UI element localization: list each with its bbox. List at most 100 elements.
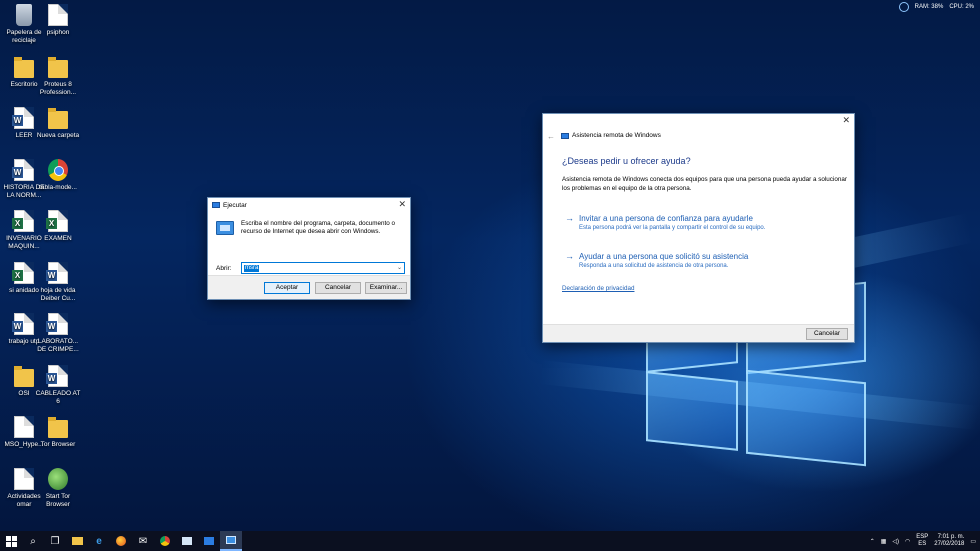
file-icon [48, 4, 68, 26]
chrome-icon [48, 158, 68, 181]
run-app-icon [212, 202, 220, 208]
ram-usage: RAM: 38% [914, 4, 944, 10]
ra-footer: Cancelar [543, 324, 854, 342]
system-monitor-widget: RAM: 38% CPU: 2% [898, 2, 974, 12]
folder-icon [14, 365, 34, 387]
folder-icon [14, 56, 34, 78]
mail-icon[interactable]: ✉ [132, 531, 154, 551]
run-titlebar[interactable]: Ejecutar [208, 198, 410, 212]
word-doc-icon: W [12, 107, 34, 129]
desktop-icon[interactable]: Start Tor Browser [35, 467, 81, 509]
clock-time: 7:01 p. m. [937, 534, 965, 540]
privacy-link[interactable]: Declaración de privacidad [562, 285, 634, 292]
desktop-icon-label: Nueva carpeta [36, 132, 80, 139]
ra-title: Asistencia remota de Windows [572, 132, 661, 139]
gauge-icon [898, 2, 909, 12]
back-arrow-icon[interactable]: ← [547, 132, 555, 141]
desktop-icon[interactable]: Whoja de vida Deiber Cu... [35, 261, 81, 303]
ra-cancel-button[interactable]: Cancelar [806, 328, 848, 340]
file-icon [14, 467, 34, 490]
search-icon[interactable]: ⌕ [22, 531, 44, 551]
word-doc-icon: W [12, 158, 34, 181]
desktop-icon-label: EXAMEN [44, 235, 72, 242]
open-label: Abrir: [216, 265, 232, 272]
desktop-icon[interactable]: psiphon [35, 4, 81, 37]
folder-icon [48, 417, 68, 438]
remote-assistance-window: ✕ ← Asistencia remota de Windows ¿Deseas… [542, 113, 855, 343]
browse-button[interactable]: Examinar... [365, 282, 407, 294]
run-description: Escriba el nombre del programa, carpeta,… [241, 220, 396, 235]
language-indicator[interactable]: ESP ES [916, 534, 928, 548]
close-icon[interactable]: ✕ [398, 200, 406, 209]
run-footer: Aceptar Cancelar Examinar... [208, 275, 410, 299]
excel-doc-icon: X [12, 210, 34, 232]
desktop-icon-label: psiphon [46, 29, 70, 36]
desktop-icon[interactable]: X EXAMEN [35, 210, 81, 243]
desktop-icon-label: Tor Browser [40, 441, 76, 448]
desktop-icon-label: tabla-mode... [39, 183, 77, 191]
windows-logo-icon [5, 535, 17, 547]
open-input[interactable]: msra ⌄ [241, 262, 405, 274]
chrome-taskbar-icon[interactable] [154, 531, 176, 551]
run-program-icon [216, 221, 234, 235]
notifications-icon[interactable]: ▭ [970, 538, 976, 545]
desktop-icon[interactable]: W CABLEADO AT 6 [35, 364, 81, 406]
desktop-icon-label: hoja de vida Deiber Cu... [40, 286, 76, 302]
word-doc-icon: W [12, 313, 34, 335]
lang-primary: ESP [916, 534, 929, 540]
edge-icon[interactable]: e [88, 531, 110, 551]
ra-header: Asistencia remota de Windows [561, 132, 661, 139]
wifi-icon[interactable]: ◠ [905, 538, 910, 545]
arrow-right-icon: → [565, 213, 574, 223]
file-explorer-icon[interactable] [66, 531, 88, 551]
word-doc-icon: W [46, 261, 68, 284]
desktop-icon-label: Start Tor Browser [45, 492, 71, 508]
cpu-usage: CPU: 2% [949, 4, 974, 10]
desktop-icon[interactable]: Nueva carpeta [35, 107, 81, 140]
folder-icon [48, 108, 68, 129]
network-icon[interactable]: ▦ [881, 538, 887, 545]
volume-icon[interactable]: ◁) [892, 538, 899, 545]
run-taskbar-icon[interactable] [220, 531, 242, 551]
cancel-button[interactable]: Cancelar [315, 282, 361, 294]
run-body: Escriba el nombre del programa, carpeta,… [208, 212, 410, 277]
invite-title: Invitar a una persona de confianza para … [579, 214, 753, 223]
lang-secondary: ES [918, 541, 927, 547]
excel-doc-icon: X [46, 210, 68, 232]
word-doc-icon: W [46, 364, 68, 387]
desktop-icon-label: Proteus 8 Profession... [39, 80, 77, 96]
task-view-icon[interactable]: ❐ [44, 531, 66, 551]
arrow-right-icon: → [565, 251, 574, 261]
recycle-bin-icon [16, 4, 32, 26]
ra-description: Asistencia remota de Windows conecta dos… [562, 176, 847, 192]
ra-question: ¿Deseas pedir u ofrecer ayuda? [562, 156, 691, 166]
app-icon[interactable] [176, 531, 198, 551]
start-button[interactable] [0, 531, 22, 551]
run-dialog: Ejecutar ✕ Escriba el nombre del program… [207, 197, 411, 300]
ra-titlebar[interactable] [543, 114, 854, 130]
desktop-icon-label: CABLEADO AT 6 [35, 389, 81, 405]
accept-button[interactable]: Aceptar [264, 282, 310, 294]
clock-date: 27/02/2018 [934, 541, 965, 547]
chevron-up-icon[interactable]: ⌃ [870, 538, 875, 545]
desktop-icon[interactable]: Tor Browser [35, 416, 81, 449]
remote-assistance-taskbar-icon[interactable] [198, 531, 220, 551]
chevron-down-icon[interactable]: ⌄ [397, 264, 402, 271]
taskbar: ⌕ ❐ e ✉ ⌃ ▦ ◁) ◠ ESP ES 7:01 p. m. 27/02… [0, 531, 980, 551]
firefox-icon[interactable] [110, 531, 132, 551]
clock[interactable]: 7:01 p. m. 27/02/2018 [934, 534, 964, 548]
run-title: Ejecutar [223, 201, 247, 209]
word-doc-icon: W [46, 313, 68, 335]
remote-assistance-icon [561, 132, 569, 139]
desktop-icon[interactable]: Proteus 8 Profession... [35, 56, 81, 97]
desktop-icon-label: LABORATO... DE CRIMPE... [37, 338, 79, 353]
desktop-icon[interactable]: tabla-mode... [35, 158, 81, 192]
help-subtitle: Responda a una solicitud de asistencia d… [579, 263, 729, 269]
globe-icon [48, 467, 68, 490]
invite-subtitle: Esta persona podrá ver la pantalla y com… [579, 225, 766, 231]
desktop-icon[interactable]: W LABORATO... DE CRIMPE... [35, 313, 81, 354]
open-input-value: msra [244, 265, 260, 272]
system-tray: ⌃ ▦ ◁) ◠ ESP ES 7:01 p. m. 27/02/2018 ▭ [870, 531, 976, 551]
close-icon[interactable]: ✕ [842, 116, 850, 125]
help-title: Ayudar a una persona que solicitó su asi… [579, 252, 749, 261]
